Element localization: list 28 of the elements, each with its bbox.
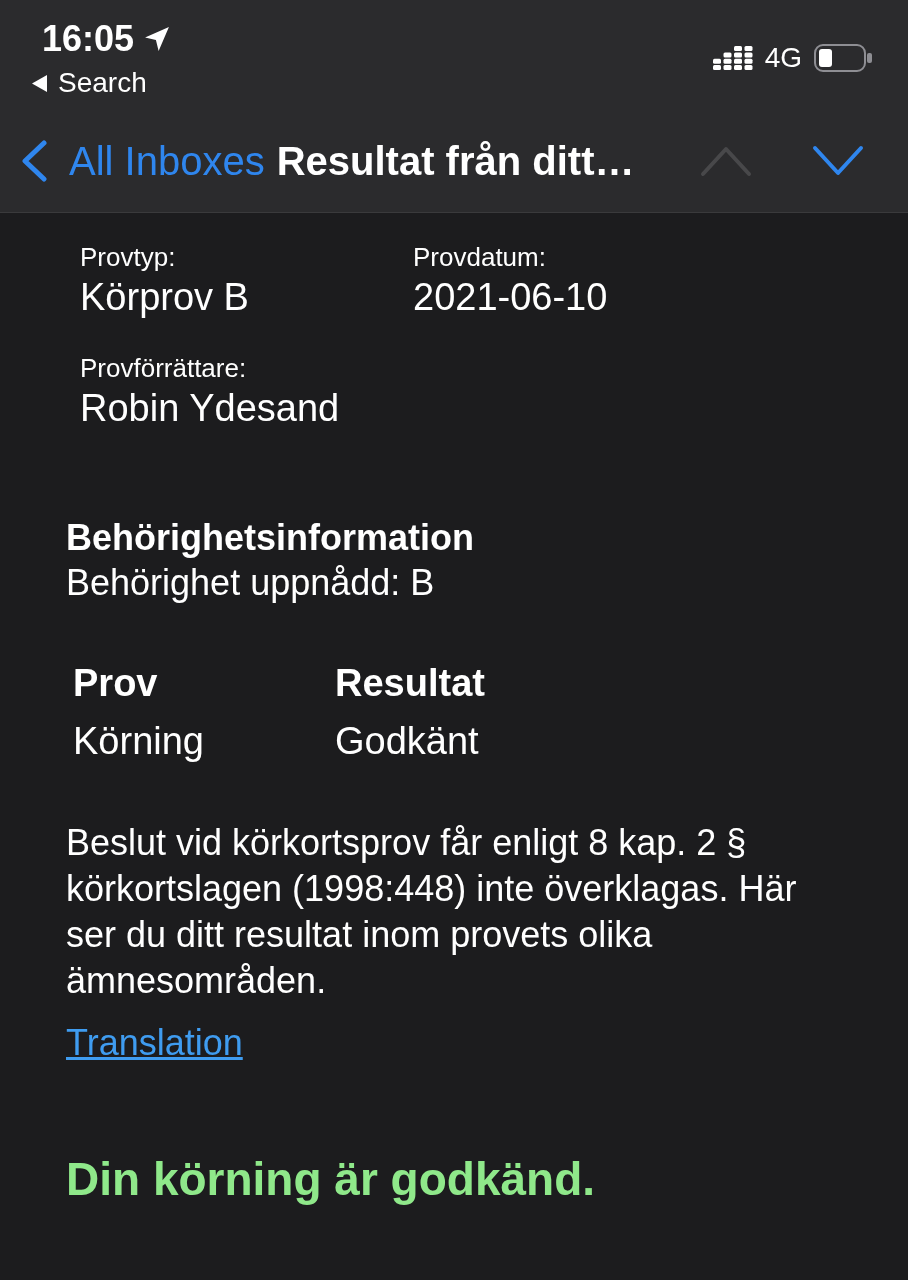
translation-link[interactable]: Translation	[66, 1020, 243, 1066]
body-paragraph: Beslut vid körkortsprov får enligt 8 kap. 2 § körkortslagen (1998:448) inte överklagas. Här ser du ditt resultat inom provets olika ämnesområden.	[66, 821, 798, 1003]
field-label: Provdatum:	[413, 242, 547, 273]
chevron-left-icon	[20, 140, 48, 182]
field-value: 2021-06-10	[413, 275, 609, 320]
eligibility-text: Behörighet uppnådd: B	[66, 561, 436, 605]
field-value: Robin Ydesand	[80, 386, 341, 431]
section-heading: Behörighetsinformation	[66, 516, 475, 560]
status-time: 16:05	[42, 17, 135, 60]
back-to-app-link[interactable]: Search	[32, 66, 171, 100]
triangle-left-icon	[32, 74, 47, 92]
network-type: 4G	[764, 45, 802, 71]
column-header: Prov	[73, 661, 159, 706]
next-message-button[interactable]	[812, 145, 864, 177]
location-arrow-icon	[144, 25, 171, 52]
table-cell-text: Körning	[73, 719, 205, 764]
table-cell-text: Godkänt	[335, 719, 480, 764]
chevron-up-icon	[700, 145, 752, 177]
field-value: Körprov B	[80, 275, 250, 320]
back-button[interactable]: All Inboxes	[20, 137, 265, 185]
battery-icon	[814, 44, 872, 72]
signal-icon	[712, 46, 753, 70]
message-title: Resultat från ditt…	[276, 138, 635, 185]
chevron-down-icon	[812, 145, 864, 177]
result-message: Din körning är godkänd.	[66, 1152, 597, 1207]
column-header: Resultat	[335, 661, 485, 706]
field-label: Provtyp:	[80, 242, 177, 273]
field-label: Provförrättare:	[80, 353, 248, 384]
